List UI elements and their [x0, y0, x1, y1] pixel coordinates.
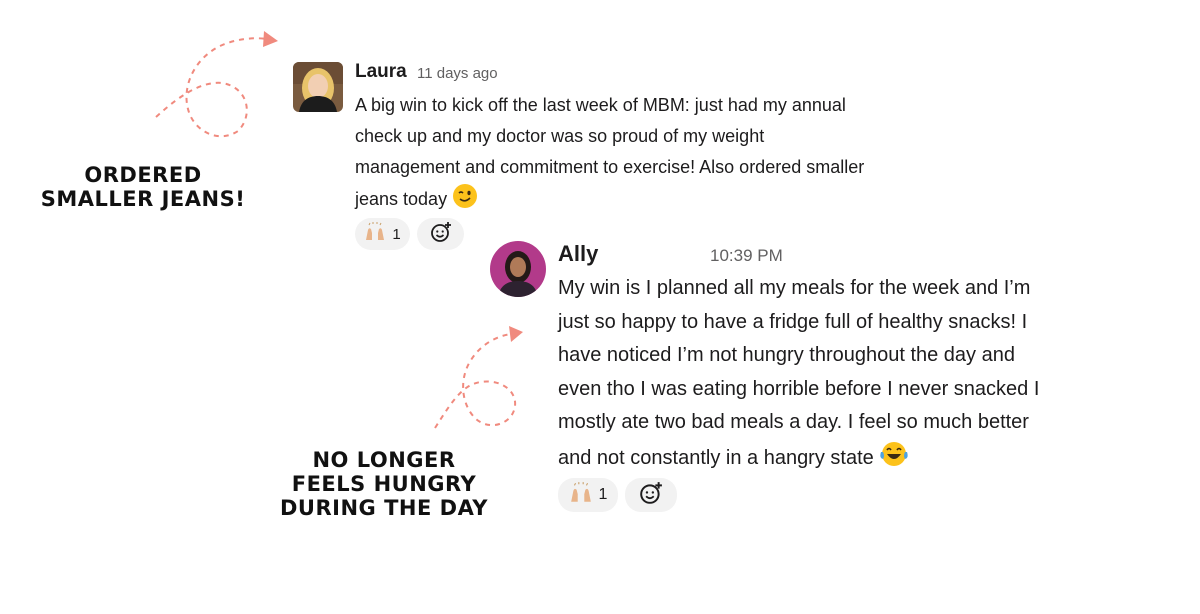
- reaction-raising-hands[interactable]: 1: [558, 478, 618, 512]
- add-reaction-button[interactable]: [625, 478, 677, 512]
- avatar[interactable]: [293, 62, 343, 112]
- message-line: even tho I was eating horrible before I …: [558, 377, 1040, 400]
- message-line: mostly ate two bad meals a day. I feel s…: [558, 411, 1029, 434]
- callout-line: SMALLER JEANS!: [40, 187, 246, 211]
- message-line-last: jeans today: [355, 183, 864, 219]
- message-line: jeans today: [355, 189, 448, 209]
- add-reaction-button[interactable]: [417, 218, 464, 250]
- callout-line: ORDERED: [84, 163, 202, 187]
- callout-line: FEELS HUNGRY: [291, 472, 477, 496]
- winking-face-emoji: [452, 183, 478, 219]
- add-reaction-icon: [639, 481, 663, 509]
- callout-ordered-smaller-jeans: ORDERED SMALLER JEANS!: [18, 163, 268, 211]
- message-body: My win is I planned all my meals for the…: [558, 272, 1039, 480]
- message-line: and not constantly in a hangry state: [558, 446, 874, 469]
- reaction-count: 1: [598, 486, 608, 503]
- message-line: have noticed I’m not hungry throughout t…: [558, 344, 1015, 367]
- avatar[interactable]: [490, 241, 546, 297]
- message-laura: Laura 11 days ago A big win to kick off …: [293, 60, 993, 250]
- timestamp[interactable]: 10:39 PM: [710, 246, 783, 266]
- author-name[interactable]: Laura: [355, 61, 407, 83]
- message-line: A big win to kick off the last week of M…: [355, 95, 846, 115]
- callout-no-longer-hungry: NO LONGER FEELS HUNGRY DURING THE DAY: [270, 448, 498, 520]
- reactions-bar: 1: [558, 478, 677, 512]
- reaction-count: 1: [392, 225, 401, 243]
- message-line: check up and my doctor was so proud of m…: [355, 126, 765, 146]
- author-name[interactable]: Ally: [558, 241, 598, 267]
- add-reaction-icon: [430, 221, 452, 247]
- reaction-raising-hands[interactable]: 1: [355, 218, 410, 250]
- raising-hands-emoji: [569, 481, 593, 509]
- dashed-arrow-top: [155, 31, 278, 138]
- callout-line: NO LONGER: [312, 448, 456, 472]
- tears-of-joy-emoji: [879, 440, 909, 480]
- message-line-last: and not constantly in a hangry state: [558, 440, 1039, 480]
- message-body: A big win to kick off the last week of M…: [355, 90, 864, 219]
- raising-hands-emoji: [364, 222, 386, 246]
- timestamp[interactable]: 11 days ago: [417, 65, 498, 82]
- callout-line: DURING THE DAY: [279, 496, 489, 520]
- message-line: management and commitment to exercise! A…: [355, 157, 865, 177]
- message-line: My win is I planned all my meals for the…: [558, 277, 1031, 299]
- message-line: just so happy to have a fridge full of h…: [558, 310, 1028, 333]
- message-ally: Ally 10:39 PM My win is I planned all my…: [490, 238, 1190, 518]
- reactions-bar: 1: [355, 218, 464, 250]
